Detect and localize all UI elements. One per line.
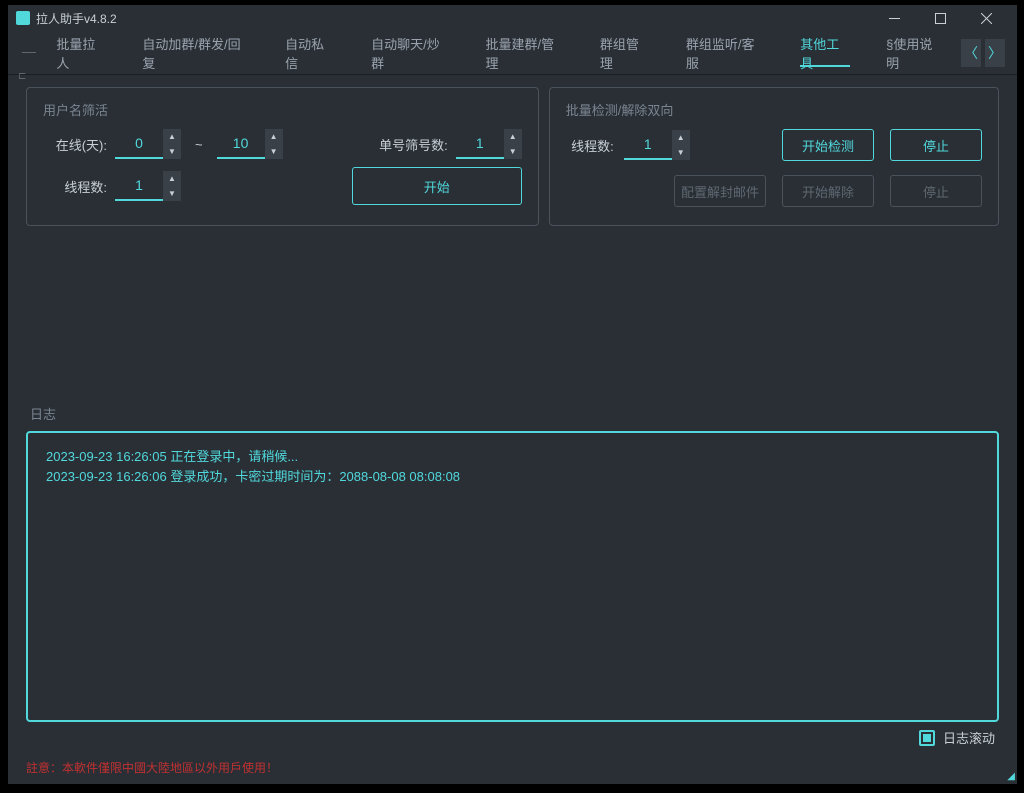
resize-handle-icon[interactable]: ◢ [1007,771,1015,782]
tab-deco-line [22,52,36,53]
tab-auto-group[interactable]: 自动加群/群发/回复 [124,31,267,75]
checkbox-checked-icon [923,734,931,742]
start-button[interactable]: 开始 [352,167,522,205]
spinner-up-icon[interactable]: ▲ [163,129,181,144]
log-line: 2023-09-23 16:26:05 正在登录中，请稍候... [46,447,979,467]
online-min-input[interactable] [115,129,163,159]
tab-group-monitor[interactable]: 群组监听/客服 [668,31,782,75]
tab-instructions[interactable]: §使用说明 [868,31,961,75]
log-scroll-checkbox[interactable] [919,730,935,746]
panel-title: 用户名筛活 [43,100,522,119]
thread-spinner-right[interactable]: ▲ ▼ [624,130,690,160]
spinner-up-icon[interactable]: ▲ [265,129,283,144]
tilde-separator: ~ [189,137,209,152]
thread-input[interactable] [115,171,163,201]
stop-button-2[interactable]: 停止 [890,175,982,207]
log-output[interactable]: 2023-09-23 16:26:05 正在登录中，请稍候... 2023-09… [26,431,999,722]
start-detect-button[interactable]: 开始检测 [782,129,874,161]
config-mail-button[interactable]: 配置解封邮件 [674,175,766,207]
thread-spinner[interactable]: ▲ ▼ [115,171,181,201]
online-max-spinner[interactable]: ▲ ▼ [217,129,283,159]
tab-deco-icon: ⊏ [18,71,26,82]
log-title: 日志 [26,404,999,423]
tab-group-manage[interactable]: 群组管理 [582,31,668,75]
online-label: 在线(天): [43,135,107,154]
single-input[interactable] [456,129,504,159]
spinner-up-icon[interactable]: ▲ [504,129,522,144]
tab-other-tools[interactable]: 其他工具 [782,31,868,75]
spinner-down-icon[interactable]: ▼ [163,186,181,201]
thread-label: 线程数: [566,136,614,155]
username-filter-panel: 用户名筛活 在线(天): ▲ ▼ ~ [26,87,539,226]
minimize-button[interactable] [871,5,917,31]
titlebar: 拉人助手v4.8.2 [8,5,1017,31]
tab-auto-chat[interactable]: 自动聊天/炒群 [353,31,467,75]
spinner-down-icon[interactable]: ▼ [265,144,283,159]
tab-bulk-pull[interactable]: 批量拉人 [38,31,124,75]
close-button[interactable] [963,5,1009,31]
log-scroll-label: 日志滚动 [943,728,995,747]
app-icon [16,11,30,25]
tab-prev-button[interactable]: 〈 [961,39,981,67]
tab-bar: ⊏ 批量拉人 自动加群/群发/回复 自动私信 自动聊天/炒群 批量建群/管理 群… [8,31,1017,75]
online-max-input[interactable] [217,129,265,159]
spinner-down-icon[interactable]: ▼ [672,145,690,160]
online-min-spinner[interactable]: ▲ ▼ [115,129,181,159]
spinner-down-icon[interactable]: ▼ [504,144,522,159]
tab-auto-dm[interactable]: 自动私信 [267,31,353,75]
spinner-up-icon[interactable]: ▲ [672,130,690,145]
start-unblock-button[interactable]: 开始解除 [782,175,874,207]
panel-title: 批量检测/解除双向 [566,100,982,119]
bulk-detect-panel: 批量检测/解除双向 线程数: ▲ ▼ 开始检测 [549,87,999,226]
tab-bulk-create[interactable]: 批量建群/管理 [468,31,582,75]
log-line: 2023-09-23 16:26:06 登录成功，卡密过期时间为：2088-08… [46,467,979,487]
spinner-down-icon[interactable]: ▼ [163,144,181,159]
thread-input-right[interactable] [624,130,672,160]
tab-next-button[interactable]: 〉 [985,39,1005,67]
stop-button[interactable]: 停止 [890,129,982,161]
single-label: 单号筛号数: [372,135,448,154]
warning-text: 註意：本軟件僅限中國大陸地區以外用戶使用！ [8,755,1017,784]
single-spinner[interactable]: ▲ ▼ [456,129,522,159]
window-title: 拉人助手v4.8.2 [36,10,871,27]
maximize-button[interactable] [917,5,963,31]
spinner-up-icon[interactable]: ▲ [163,171,181,186]
thread-label: 线程数: [43,177,107,196]
